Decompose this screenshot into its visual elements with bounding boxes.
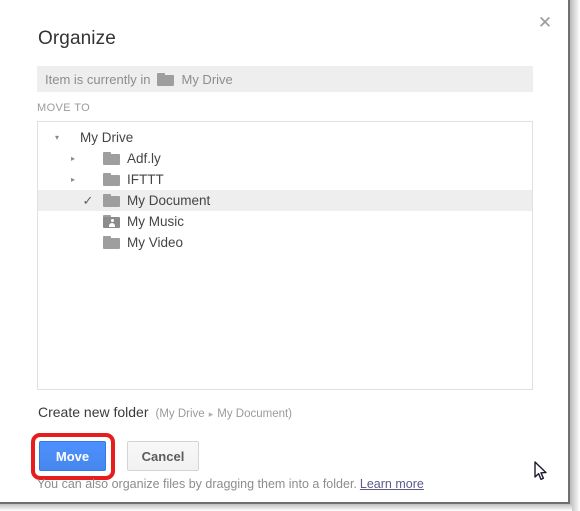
tree-row-label: My Video	[127, 235, 184, 250]
tree-row-my-music[interactable]: My Music	[38, 211, 532, 232]
folder-icon	[103, 236, 120, 249]
window-shadow-right	[570, 0, 580, 511]
move-button[interactable]: Move	[39, 441, 106, 471]
create-new-folder-button[interactable]: Create new folder	[38, 404, 149, 420]
chevron-right-icon: ▸	[208, 409, 214, 419]
current-location-prefix: Item is currently in	[45, 71, 151, 87]
window-shadow-bottom	[0, 504, 572, 511]
folder-shared-icon	[103, 215, 120, 228]
learn-more-link[interactable]: Learn more	[360, 477, 424, 491]
folder-icon	[103, 152, 120, 165]
page-title: Organize	[38, 28, 116, 49]
tree-row-ifttt[interactable]: ▸ IFTTT	[38, 169, 532, 190]
close-icon[interactable]: ✕	[534, 12, 556, 34]
folder-icon	[103, 173, 120, 186]
folder-tree[interactable]: ▾ My Drive ▸ Adf.ly ▸ IFTTT ✓ My Documen…	[37, 121, 533, 390]
current-location-bar: Item is currently in My Drive	[37, 66, 533, 92]
footer-note-text: You can also organize files by dragging …	[37, 477, 357, 491]
tree-row-label: My Document	[127, 193, 211, 208]
move-to-label: MOVE TO	[37, 102, 91, 114]
chevron-right-icon[interactable]: ▸	[66, 148, 80, 169]
mouse-cursor	[534, 461, 547, 481]
create-new-folder-row: Create new folder (My Drive ▸ My Document)	[38, 404, 292, 420]
tree-row-my-video[interactable]: My Video	[38, 232, 532, 253]
tree-row-my-document[interactable]: ✓ My Document	[38, 190, 532, 211]
cancel-button[interactable]: Cancel	[127, 441, 199, 471]
chevron-right-icon[interactable]: ▸	[66, 169, 80, 190]
folder-icon	[157, 72, 175, 86]
tree-row-label: Adf.ly	[127, 151, 161, 166]
tree-row-label: My Music	[127, 214, 184, 229]
folder-icon	[103, 194, 120, 207]
tree-row-my-drive[interactable]: ▾ My Drive	[38, 127, 532, 148]
tree-row-adf-ly[interactable]: ▸ Adf.ly	[38, 148, 532, 169]
dialog-window: ✕ Organize Item is currently in My Drive…	[0, 0, 570, 504]
path-open: (My Drive	[155, 408, 205, 420]
tree-row-label: My Drive	[80, 130, 134, 145]
check-icon: ✓	[82, 193, 94, 208]
current-location-folder-name: My Drive	[181, 71, 233, 87]
tree-row-label: IFTTT	[127, 172, 164, 187]
footer-note: You can also organize files by dragging …	[37, 477, 424, 491]
path-close: My Document)	[217, 408, 293, 420]
create-new-folder-path: (My Drive ▸ My Document)	[156, 408, 293, 420]
chevron-down-icon[interactable]: ▾	[50, 127, 64, 148]
